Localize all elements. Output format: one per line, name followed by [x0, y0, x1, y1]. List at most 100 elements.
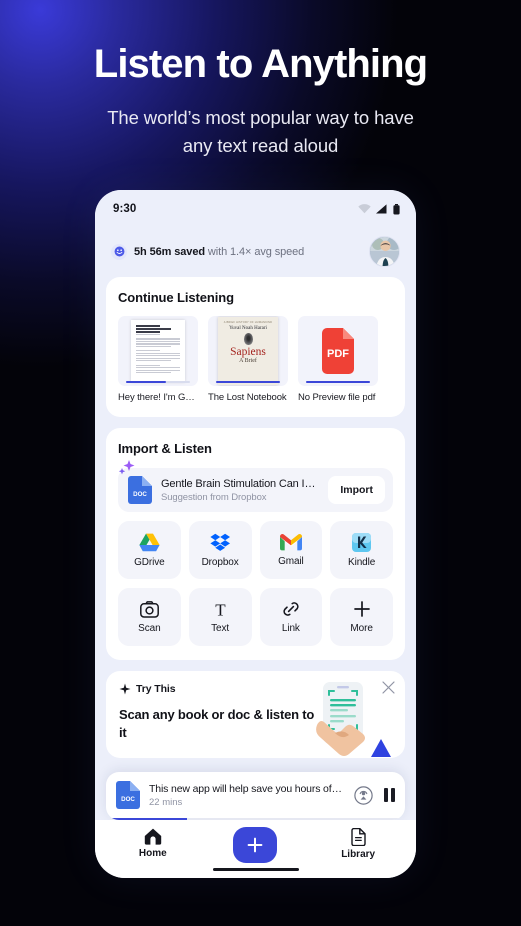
import-sources-grid: GDrive Dropbox Gmail Kindle [118, 521, 393, 579]
action-label: Scan [138, 622, 161, 634]
import-listen-title: Import & Listen [118, 441, 212, 456]
user-avatar[interactable] [369, 236, 400, 267]
battery-icon [393, 203, 400, 214]
kindle-icon [352, 532, 372, 552]
camera-icon [139, 600, 159, 618]
svg-text:PDF: PDF [327, 348, 349, 360]
action-label: Text [211, 622, 230, 634]
hero-subtitle-line-1: The world’s most popular way to have [107, 107, 414, 128]
source-label: Kindle [348, 556, 376, 568]
wifi-icon [358, 204, 371, 214]
suggestion-title: Gentle Brain Stimulation Can I… [161, 477, 316, 490]
status-icons [358, 203, 400, 215]
source-dropbox[interactable]: Dropbox [188, 521, 252, 579]
source-gdrive[interactable]: GDrive [118, 521, 181, 579]
nav-item-home[interactable]: Home [118, 828, 188, 859]
import-listen-card: Import & Listen DOC Gentle Brain Stimula… [106, 428, 405, 660]
google-drive-icon [139, 533, 160, 551]
time-saved-text: 5h 56m saved with 1.4× avg speed [134, 246, 304, 258]
phone-mockup: 9:30 5h 56m saved with 1.4× avg speed Co… [95, 190, 416, 878]
source-label: GDrive [134, 556, 165, 568]
time-saved-suffix: with 1.4× avg speed [204, 245, 305, 258]
book-cover-art: A BRIEF HISTORY OF HUMANKIND Yuval Noah … [218, 317, 278, 385]
sparkle-icon [119, 683, 131, 695]
list-item-label: No Preview file pdf [298, 392, 376, 403]
promo-screenshot: Listen to Anything The world’s most popu… [0, 0, 521, 926]
hero-subtitle-line-2: any text read aloud [182, 135, 339, 156]
list-item[interactable]: A BRIEF HISTORY OF HUMANKIND Yuval Noah … [208, 316, 288, 403]
action-label: More [350, 623, 373, 634]
list-item-label: Hey there! I'm Gwyn… [118, 392, 198, 403]
nav-label: Library [341, 849, 376, 860]
home-icon [144, 828, 162, 845]
list-item[interactable]: PDF No Preview file pdf [298, 316, 378, 403]
try-this-card[interactable]: Try This Scan any book or doc & listen t… [106, 671, 405, 758]
book-cover-subtitle: A Brief [239, 358, 257, 364]
list-item-label: The Lost Notebook [208, 392, 287, 403]
pause-button[interactable] [384, 788, 395, 802]
continue-listening-title: Continue Listening [118, 290, 234, 305]
nav-label: Home [138, 848, 167, 859]
suggestion-row[interactable]: DOC Gentle Brain Stimulation Can I… Sugg… [118, 468, 393, 512]
document-page-thumbnail[interactable] [118, 316, 198, 386]
mini-player[interactable]: DOC This new app will help save you hour… [106, 772, 405, 820]
book-cover-topline: A BRIEF HISTORY OF HUMANKIND [223, 321, 273, 324]
hero-subtitle: The world’s most popular way to have any… [0, 104, 521, 160]
cast-icon[interactable] [354, 785, 373, 805]
status-time: 9:30 [113, 203, 137, 215]
suggestion-row-wrap: DOC Gentle Brain Stimulation Can I… Sugg… [118, 460, 393, 512]
import-actions-grid: Scan T Text Link More [118, 588, 393, 646]
pdf-icon-graphic: PDF [322, 328, 354, 374]
source-gmail[interactable]: Gmail [259, 521, 323, 579]
time-saved-banner: 5h 56m saved with 1.4× avg speed [95, 228, 416, 277]
doc-file-icon: DOC [128, 476, 152, 504]
hand-holding-phone-illustration [316, 682, 391, 757]
action-more[interactable]: More [330, 588, 393, 646]
action-label: Link [281, 623, 300, 634]
source-label: Gmail [278, 555, 304, 567]
add-button[interactable] [233, 827, 278, 863]
gmail-icon [279, 533, 302, 550]
action-scan[interactable]: Scan [118, 588, 181, 646]
player-title: This new app will help save you hours of… [149, 782, 342, 795]
doc-file-icon: DOC [116, 781, 140, 809]
sapiens-book-cover[interactable]: A BRIEF HISTORY OF HUMANKIND Yuval Noah … [208, 316, 288, 386]
try-this-eyebrow-label: Try This [136, 683, 176, 695]
thumbprint-graphic [243, 333, 253, 345]
time-saved-value: 5h 56m saved [134, 245, 205, 258]
action-link[interactable]: Link [259, 588, 323, 646]
list-item[interactable]: Hey there! I'm Gwyn… [118, 316, 198, 403]
hero-section: Listen to Anything The world’s most popu… [0, 36, 521, 160]
dropbox-icon [210, 533, 230, 551]
nav-item-library[interactable]: Library [323, 828, 393, 860]
library-document-icon [350, 828, 366, 846]
suggestion-text: Gentle Brain Stimulation Can I… Suggesti… [161, 478, 320, 503]
status-bar: 9:30 [95, 190, 416, 228]
suggestion-source: Suggestion from Dropbox [161, 491, 267, 503]
book-cover-author: Yuval Noah Harari [229, 326, 267, 331]
plus-icon [353, 601, 370, 617]
player-duration: 22 mins [149, 796, 183, 808]
home-indicator-bar [212, 867, 299, 871]
book-cover-title: Sapiens [230, 346, 266, 358]
import-button[interactable]: Import [328, 476, 385, 504]
continue-listening-list: Hey there! I'm Gwyn… A BRIEF HISTORY OF … [118, 316, 393, 403]
bottom-navigation: Home Library [95, 820, 416, 878]
progress-bar [126, 380, 190, 383]
hero-title: Listen to Anything [93, 42, 428, 86]
source-kindle[interactable]: Kindle [330, 521, 393, 579]
text-t-icon: T [215, 601, 226, 618]
svg-text:DOC: DOC [133, 491, 147, 498]
player-text: This new app will help save you hours of… [149, 783, 354, 808]
try-this-title: Scan any book or doc & listen to it [119, 707, 315, 740]
smiley-icon [111, 243, 127, 260]
progress-bar [216, 380, 280, 383]
action-text[interactable]: T Text [188, 588, 252, 646]
svg-text:T: T [215, 601, 226, 618]
pdf-file-icon[interactable]: PDF [298, 316, 378, 386]
document-page-preview [131, 320, 185, 382]
link-icon [283, 602, 299, 616]
svg-text:DOC: DOC [121, 796, 135, 803]
progress-bar [306, 380, 370, 383]
continue-listening-card: Continue Listening Hey there! I'm Gwy A … [106, 277, 405, 417]
